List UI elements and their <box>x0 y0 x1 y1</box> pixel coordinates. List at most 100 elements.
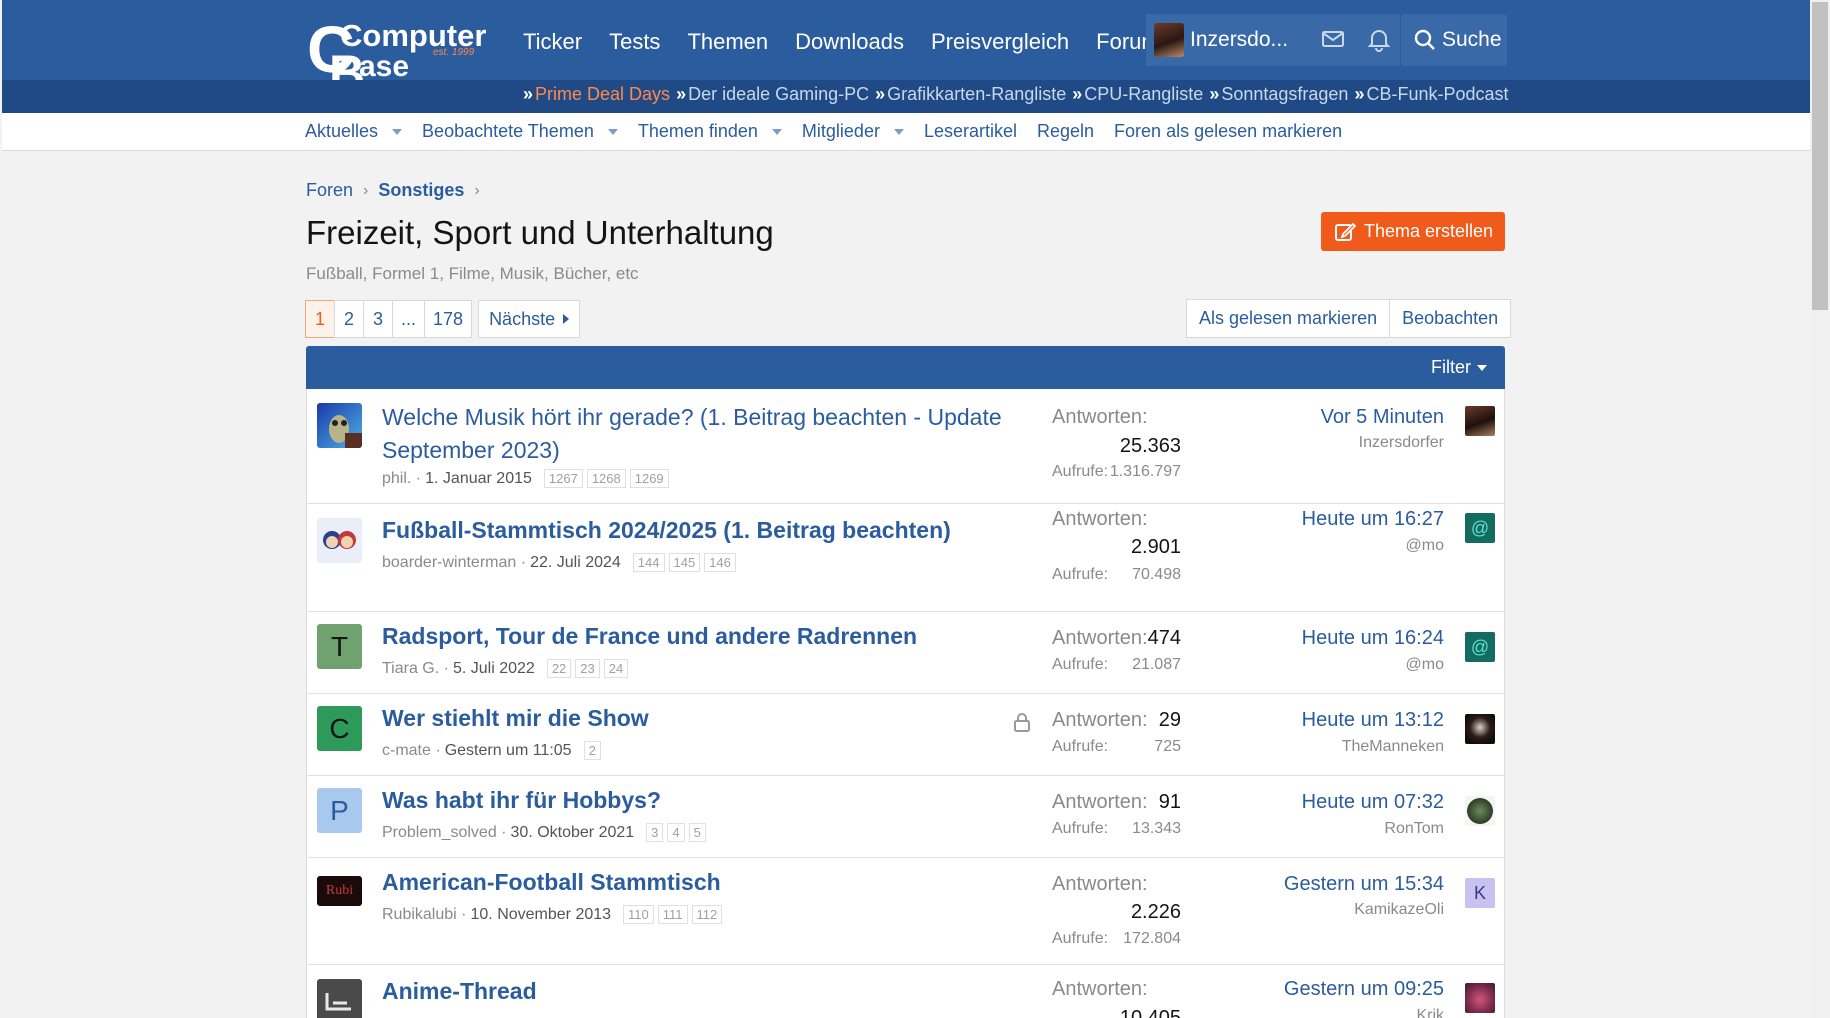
last-poster-avatar[interactable] <box>1465 983 1495 1013</box>
forum-nav-watched[interactable]: Beobachtete Themen <box>422 121 618 142</box>
next-page-button[interactable]: Nächste <box>478 300 581 338</box>
thread-avatar[interactable] <box>317 979 362 1018</box>
forum-nav-members[interactable]: Mitglieder <box>802 121 904 142</box>
thread-row[interactable]: P Was habt ihr für Hobbys? Problem_solve… <box>307 776 1504 858</box>
last-post-time[interactable]: Heute um 07:32 <box>1302 791 1444 814</box>
subnav-gaming-pc[interactable]: Der ideale Gaming-PC <box>688 84 869 105</box>
last-post-user[interactable]: TheManneken <box>1342 738 1444 756</box>
last-post-time[interactable]: Vor 5 Minuten <box>1321 406 1444 429</box>
thread-row[interactable]: Welche Musik hört ihr gerade? (1. Beitra… <box>307 389 1504 504</box>
thread-page-link[interactable]: 1269 <box>629 469 669 488</box>
subnav-podcast[interactable]: CB-Funk-Podcast <box>1366 84 1508 105</box>
page-1[interactable]: 1 <box>305 300 335 338</box>
search-button[interactable]: Suche <box>1401 14 1507 66</box>
thread-page-link[interactable]: 22 <box>546 659 572 678</box>
last-poster-avatar[interactable] <box>1465 714 1495 744</box>
thread-title[interactable]: Anime-Thread <box>382 975 1012 1008</box>
last-post-time[interactable]: Heute um 16:27 <box>1302 508 1444 531</box>
chevron-down-icon[interactable] <box>607 128 618 135</box>
nav-downloads[interactable]: Downloads <box>795 29 904 55</box>
last-post-user[interactable]: Inzersdorfer <box>1359 434 1444 452</box>
thread-row[interactable]: Fußball-Stammtisch 2024/2025 (1. Beitrag… <box>307 504 1504 612</box>
thread-date[interactable]: Gestern um 11:05 <box>445 742 572 760</box>
thread-page-link[interactable]: 4 <box>667 823 685 842</box>
last-post-time[interactable]: Gestern um 09:25 <box>1284 978 1444 1001</box>
thread-avatar[interactable]: P <box>317 788 362 833</box>
page-3[interactable]: 3 <box>363 300 393 338</box>
thread-title[interactable]: Radsport, Tour de France und andere Radr… <box>382 620 1012 653</box>
thread-avatar[interactable]: T <box>317 624 362 669</box>
thread-author[interactable]: phil. <box>382 470 411 488</box>
thread-page-link[interactable]: 145 <box>668 553 701 572</box>
last-post-user[interactable]: KamikazeOli <box>1354 901 1444 919</box>
last-post-time[interactable]: Heute um 13:12 <box>1302 709 1444 732</box>
chevron-down-icon[interactable] <box>893 128 904 135</box>
thread-date[interactable]: 10. November 2013 <box>471 906 612 924</box>
thread-page-link[interactable]: 1267 <box>543 469 583 488</box>
last-poster-avatar[interactable]: K <box>1465 878 1495 908</box>
bell-icon[interactable] <box>1366 26 1392 52</box>
thread-title[interactable]: Wer stiehlt mir die Show <box>382 702 1012 735</box>
mail-icon[interactable] <box>1320 26 1346 52</box>
last-poster-avatar[interactable] <box>1465 406 1495 436</box>
nav-preisvergleich[interactable]: Preisvergleich <box>931 29 1069 55</box>
subnav-sonntagsfragen[interactable]: Sonntagsfragen <box>1221 84 1348 105</box>
last-post-time[interactable]: Heute um 16:24 <box>1302 627 1444 650</box>
thread-page-link[interactable]: 5 <box>688 823 706 842</box>
watch-button[interactable]: Beobachten <box>1389 299 1512 338</box>
thread-title[interactable]: Welche Musik hört ihr gerade? (1. Beitra… <box>382 401 1012 467</box>
page-2[interactable]: 2 <box>334 300 364 338</box>
thread-author[interactable]: boarder-winterman <box>382 554 516 572</box>
nav-tests[interactable]: Tests <box>609 29 660 55</box>
thread-row[interactable]: Rubi American-Football Stammtisch Rubika… <box>307 858 1504 965</box>
thread-author[interactable]: c-mate <box>382 742 431 760</box>
thread-author[interactable]: Rubikalubi <box>382 906 457 924</box>
thread-page-link[interactable]: 1268 <box>586 469 626 488</box>
last-post-user[interactable]: @mo <box>1406 656 1444 674</box>
thread-row[interactable]: C Wer stiehlt mir die Show c-mate · Gest… <box>307 694 1504 776</box>
thread-page-link[interactable]: 111 <box>657 905 688 924</box>
nav-themen[interactable]: Themen <box>687 29 768 55</box>
forum-nav-leserartikel[interactable]: Leserartikel <box>924 121 1017 142</box>
subnav-grafikkarten[interactable]: Grafikkarten-Rangliste <box>887 84 1066 105</box>
last-poster-avatar[interactable]: @ <box>1465 632 1495 662</box>
forum-nav-aktuelles[interactable]: Aktuelles <box>305 121 403 142</box>
thread-row[interactable]: T Radsport, Tour de France und andere Ra… <box>307 612 1504 694</box>
thread-avatar[interactable]: Rubi <box>317 876 362 906</box>
mark-read-button[interactable]: Als gelesen markieren <box>1186 299 1391 338</box>
last-post-time[interactable]: Gestern um 15:34 <box>1284 873 1444 896</box>
thread-page-link[interactable]: 110 <box>623 905 654 924</box>
page-last[interactable]: 178 <box>424 300 473 338</box>
thread-page-link[interactable]: 2 <box>583 741 601 760</box>
chevron-down-icon[interactable] <box>392 128 403 135</box>
thread-page-link[interactable]: 24 <box>603 659 629 678</box>
last-poster-avatar[interactable] <box>1465 796 1495 826</box>
thread-avatar[interactable] <box>317 518 362 563</box>
breadcrumb-sonstiges[interactable]: Sonstiges <box>378 180 464 201</box>
thread-date[interactable]: 5. Juli 2022 <box>453 660 535 678</box>
thread-row[interactable]: Anime-Thread Antworten: 10.405 Gestern u… <box>307 965 1504 1018</box>
thread-page-link[interactable]: 112 <box>691 905 723 924</box>
thread-avatar[interactable] <box>317 403 362 448</box>
thread-date[interactable]: 1. Januar 2015 <box>425 470 532 488</box>
forum-nav-find[interactable]: Themen finden <box>638 121 782 142</box>
scrollbar-thumb[interactable] <box>1812 2 1828 310</box>
last-post-user[interactable]: RonTom <box>1384 820 1444 838</box>
last-poster-avatar[interactable]: @ <box>1465 513 1495 543</box>
forum-nav-mark-read[interactable]: Foren als gelesen markieren <box>1114 121 1342 142</box>
nav-ticker[interactable]: Ticker <box>523 29 582 55</box>
thread-title[interactable]: American-Football Stammtisch <box>382 866 1012 899</box>
filter-button[interactable]: Filter <box>1431 357 1487 378</box>
user-menu[interactable]: Inzersdo... <box>1146 14 1400 66</box>
thread-author[interactable]: Tiara G. <box>382 660 439 678</box>
subnav-cpu[interactable]: CPU-Rangliste <box>1084 84 1203 105</box>
thread-page-link[interactable]: 144 <box>632 553 665 572</box>
last-post-user[interactable]: Krik <box>1416 1007 1444 1018</box>
thread-page-link[interactable]: 146 <box>704 553 736 572</box>
thread-page-link[interactable]: 3 <box>646 823 664 842</box>
chevron-down-icon[interactable] <box>771 128 782 135</box>
thread-avatar[interactable]: C <box>317 706 362 751</box>
breadcrumb-foren[interactable]: Foren <box>306 180 353 201</box>
subnav-prime-deal-days[interactable]: Prime Deal Days <box>535 84 670 105</box>
thread-title[interactable]: Fußball-Stammtisch 2024/2025 (1. Beitrag… <box>382 514 1012 547</box>
